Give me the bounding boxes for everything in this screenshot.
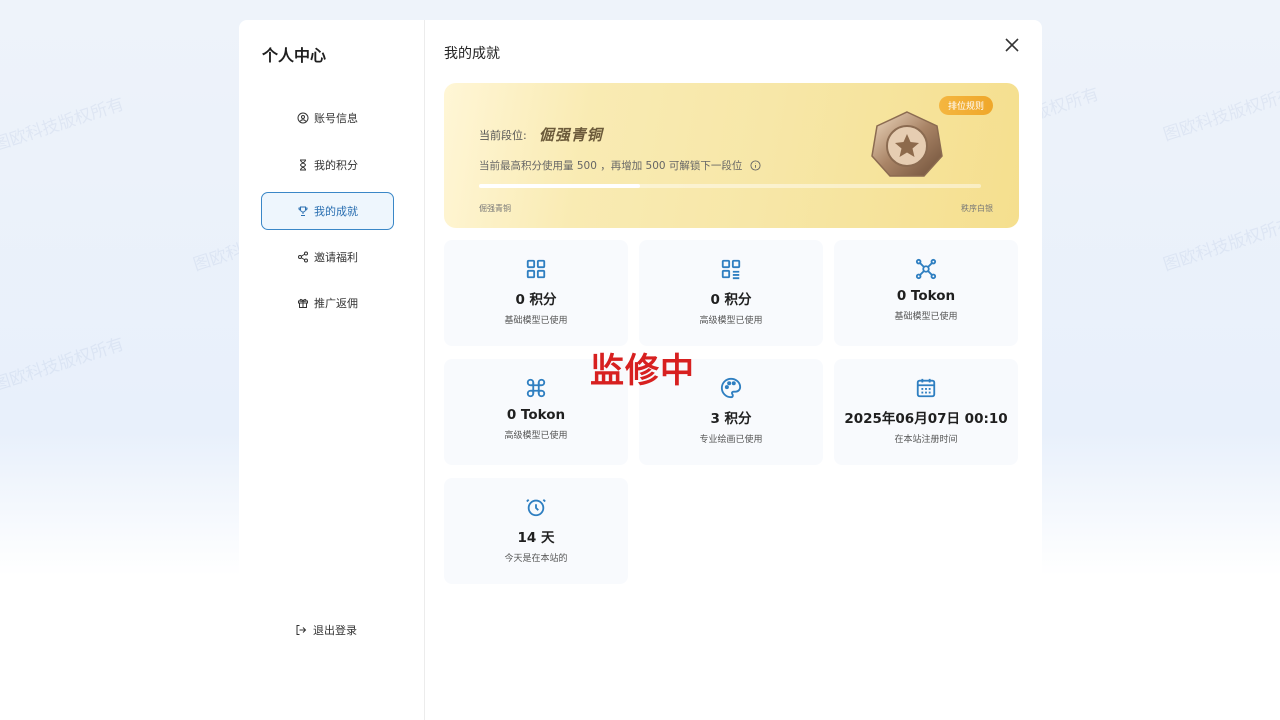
rank-card: 排位规则 当前段位: 倔强青铜 当前最高积分使用量 500 ，再增加 500 可… — [444, 83, 1019, 228]
sidebar-item-achievements[interactable]: 我的成就 — [261, 192, 394, 230]
watermark: 图欧科技版权所有 — [1161, 84, 1280, 146]
grid-list-icon — [721, 259, 741, 280]
stat-card-register-time: 2025年06月07日 00:10 在本站注册时间 — [834, 359, 1018, 465]
rank-description: 当前最高积分使用量 500 ，再增加 500 可解锁下一段位 — [479, 158, 761, 173]
sidebar-item-label: 账号信息 — [314, 112, 358, 125]
bronze-medal-icon — [871, 111, 943, 177]
current-rank-prefix: 当前段位: — [479, 128, 527, 142]
sidebar-item-label: 推广返佣 — [314, 297, 358, 310]
next-rank-label: 秩序白银 — [961, 204, 993, 213]
network-icon — [915, 258, 937, 280]
stat-value: 3 积分 — [710, 411, 752, 427]
sidebar-item-label: 我的积分 — [314, 159, 358, 172]
stat-card-advanced-tokens: 0 Tokon 高级模型已使用 — [444, 359, 628, 465]
stat-label: 高级模型已使用 — [504, 431, 568, 441]
sidebar-item-invite[interactable]: 邀请福利 — [261, 238, 394, 276]
logout-icon — [296, 625, 307, 635]
close-icon — [1005, 38, 1019, 52]
stat-value: 0 积分 — [710, 292, 752, 308]
stat-label: 今天是在本站的 — [504, 554, 568, 564]
current-rank: 当前段位: 倔强青铜 — [479, 124, 603, 145]
stat-value: 2025年06月07日 00:10 — [844, 411, 1008, 427]
rank-progress-bar — [479, 184, 981, 188]
current-rank-label: 倔强青铜 — [479, 204, 511, 213]
info-icon[interactable] — [750, 160, 761, 171]
current-rank-name: 倔强青铜 — [538, 126, 603, 144]
sidebar-item-points[interactable]: 我的积分 — [261, 146, 394, 184]
stat-card-basic-points: 0 积分 基础模型已使用 — [444, 240, 628, 346]
watermark: 图欧科技版权所有 — [0, 94, 127, 156]
stat-label: 基础模型已使用 — [504, 316, 568, 326]
trophy-icon — [298, 206, 308, 216]
main-panel: 我的成就 排位规则 当前段位: 倔强青铜 当前最高积分使用量 500 ，再增加 … — [425, 20, 1042, 720]
stat-value: 0 Tokon — [506, 407, 566, 423]
rank-description-text: 当前最高积分使用量 500 ，再增加 500 可解锁下一段位 — [479, 160, 743, 172]
share-icon — [298, 251, 308, 263]
stat-label: 高级模型已使用 — [699, 316, 763, 326]
stat-value: 0 Tokon — [896, 288, 956, 304]
sidebar-item-label: 邀请福利 — [314, 251, 358, 264]
sidebar-title: 个人中心 — [262, 46, 327, 65]
palette-icon — [720, 377, 742, 399]
close-button[interactable] — [1003, 36, 1021, 54]
sidebar-item-label: 我的成就 — [314, 205, 358, 218]
logout-label: 退出登录 — [313, 624, 357, 637]
sidebar-item-rebate[interactable]: 推广返佣 — [261, 284, 394, 322]
alarm-clock-icon — [526, 499, 546, 517]
command-icon — [526, 378, 546, 398]
stat-value: 0 积分 — [515, 292, 557, 308]
stat-value: 14 天 — [517, 530, 555, 546]
stat-label: 基础模型已使用 — [894, 312, 958, 322]
watermark: 图欧科技版权所有 — [1161, 214, 1280, 276]
user-circle-icon — [297, 112, 309, 124]
sidebar: 个人中心 账号信息 我的积分 我的成就 邀请福利 推广返佣 退出登录 — [239, 20, 425, 720]
rank-progress-fill — [479, 184, 640, 188]
stat-card-advanced-points: 0 积分 高级模型已使用 — [639, 240, 823, 346]
grid-icon — [526, 259, 546, 279]
stat-label: 专业绘画已使用 — [699, 435, 763, 445]
sidebar-item-account[interactable]: 账号信息 — [261, 99, 394, 137]
personal-center-dialog: 个人中心 账号信息 我的积分 我的成就 邀请福利 推广返佣 退出登录 我的成就 — [239, 20, 1042, 720]
calendar-icon — [916, 378, 936, 398]
stat-card-basic-tokens: 0 Tokon 基础模型已使用 — [834, 240, 1018, 346]
logout-button[interactable]: 退出登录 — [295, 621, 357, 639]
stat-label: 在本站注册时间 — [894, 435, 958, 445]
gift-icon — [298, 298, 308, 308]
hourglass-icon — [299, 159, 307, 171]
page-title: 我的成就 — [444, 46, 500, 62]
stat-card-drawing-points: 3 积分 专业绘画已使用 — [639, 359, 823, 465]
stat-card-days: 14 天 今天是在本站的 — [444, 478, 628, 584]
watermark: 图欧科技版权所有 — [0, 334, 127, 396]
